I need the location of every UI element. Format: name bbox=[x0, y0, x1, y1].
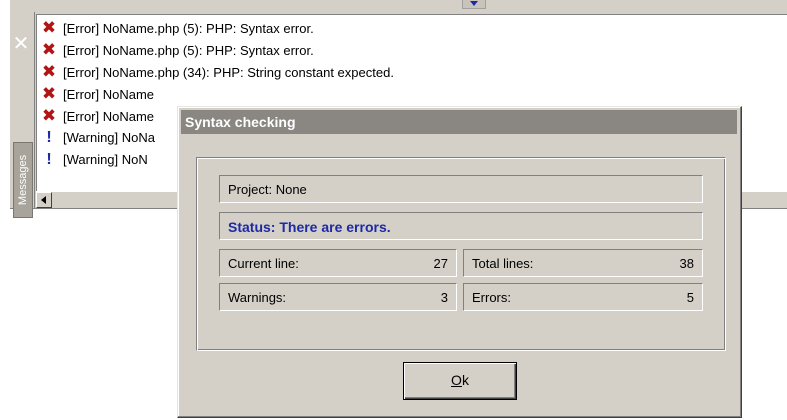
message-text: [Error] NoName.php (34): PHP: String con… bbox=[63, 65, 394, 80]
warnings-field: Warnings: 3 bbox=[219, 283, 457, 311]
dialog-titlebar[interactable]: Syntax checking bbox=[181, 110, 737, 134]
blue-exclamation-icon: ! bbox=[46, 129, 52, 146]
chevron-down-icon[interactable] bbox=[470, 1, 478, 6]
red-x-icon: ✖ bbox=[41, 62, 57, 82]
red-x-icon: ✖ bbox=[41, 84, 57, 104]
message-row[interactable]: ✖ [Error] NoName.php (5): PHP: Syntax err… bbox=[41, 17, 314, 39]
project-label: Project: bbox=[228, 182, 273, 197]
messages-tab[interactable]: Messages bbox=[13, 142, 33, 218]
message-text: [Error] NoName.php (5): PHP: Syntax erro… bbox=[63, 21, 314, 36]
message-text: [Warning] NoNa bbox=[63, 130, 155, 145]
messages-tab-label: Messages bbox=[17, 154, 29, 206]
results-group: Project: None Status: There are errors. … bbox=[196, 157, 726, 351]
syntax-checking-dialog: Syntax checking Project: None Status: Th… bbox=[177, 106, 742, 418]
scroll-left-button[interactable] bbox=[36, 192, 52, 208]
errors-value: 5 bbox=[686, 290, 694, 305]
total-lines-value: 38 bbox=[679, 256, 694, 271]
current-line-label: Current line: bbox=[228, 256, 299, 271]
message-row[interactable]: ✖ [Error] NoName bbox=[41, 105, 154, 127]
message-row[interactable]: ! [Warning] NoN bbox=[41, 149, 148, 171]
status-field: Status: There are errors. bbox=[219, 212, 703, 240]
current-line-value: 27 bbox=[433, 256, 448, 271]
current-line-field: Current line: 27 bbox=[219, 249, 457, 277]
warnings-label: Warnings: bbox=[228, 290, 287, 305]
project-value: None bbox=[275, 182, 307, 197]
project-field: Project: None bbox=[219, 175, 703, 203]
blue-exclamation-icon: ! bbox=[46, 151, 52, 168]
status-text: Status: There are errors. bbox=[228, 219, 391, 235]
messages-side-bar: ✕ Messages bbox=[10, 12, 35, 218]
message-text: [Warning] NoN bbox=[63, 152, 148, 167]
message-row[interactable]: ✖ [Error] NoName.php (5): PHP: Syntax err… bbox=[41, 39, 314, 61]
message-text: [Error] NoName bbox=[63, 87, 155, 102]
red-x-icon: ✖ bbox=[41, 40, 57, 60]
red-x-icon: ✖ bbox=[41, 18, 57, 38]
ok-label-rest: k bbox=[461, 372, 469, 388]
message-row[interactable]: ✖ [Error] NoName.php (34): PHP: String co… bbox=[41, 61, 394, 83]
message-row[interactable]: ✖ [Error] NoName bbox=[41, 83, 154, 105]
close-icon[interactable]: ✕ bbox=[12, 33, 30, 53]
top-strip bbox=[10, 0, 787, 12]
errors-field: Errors: 5 bbox=[463, 283, 703, 311]
errors-label: Errors: bbox=[472, 290, 511, 305]
message-text: [Error] NoName bbox=[63, 109, 155, 124]
dialog-title: Syntax checking bbox=[185, 114, 296, 130]
warnings-value: 3 bbox=[440, 290, 448, 305]
message-row[interactable]: ! [Warning] NoNa bbox=[41, 127, 155, 149]
red-x-icon: ✖ bbox=[41, 106, 57, 126]
ok-button[interactable]: Ok bbox=[403, 362, 517, 400]
message-text: [Error] NoName.php (5): PHP: Syntax erro… bbox=[63, 43, 314, 58]
arrow-left-icon bbox=[41, 196, 46, 204]
ok-mnemonic: O bbox=[451, 372, 462, 388]
total-lines-label: Total lines: bbox=[472, 256, 534, 271]
total-lines-field: Total lines: 38 bbox=[463, 249, 703, 277]
